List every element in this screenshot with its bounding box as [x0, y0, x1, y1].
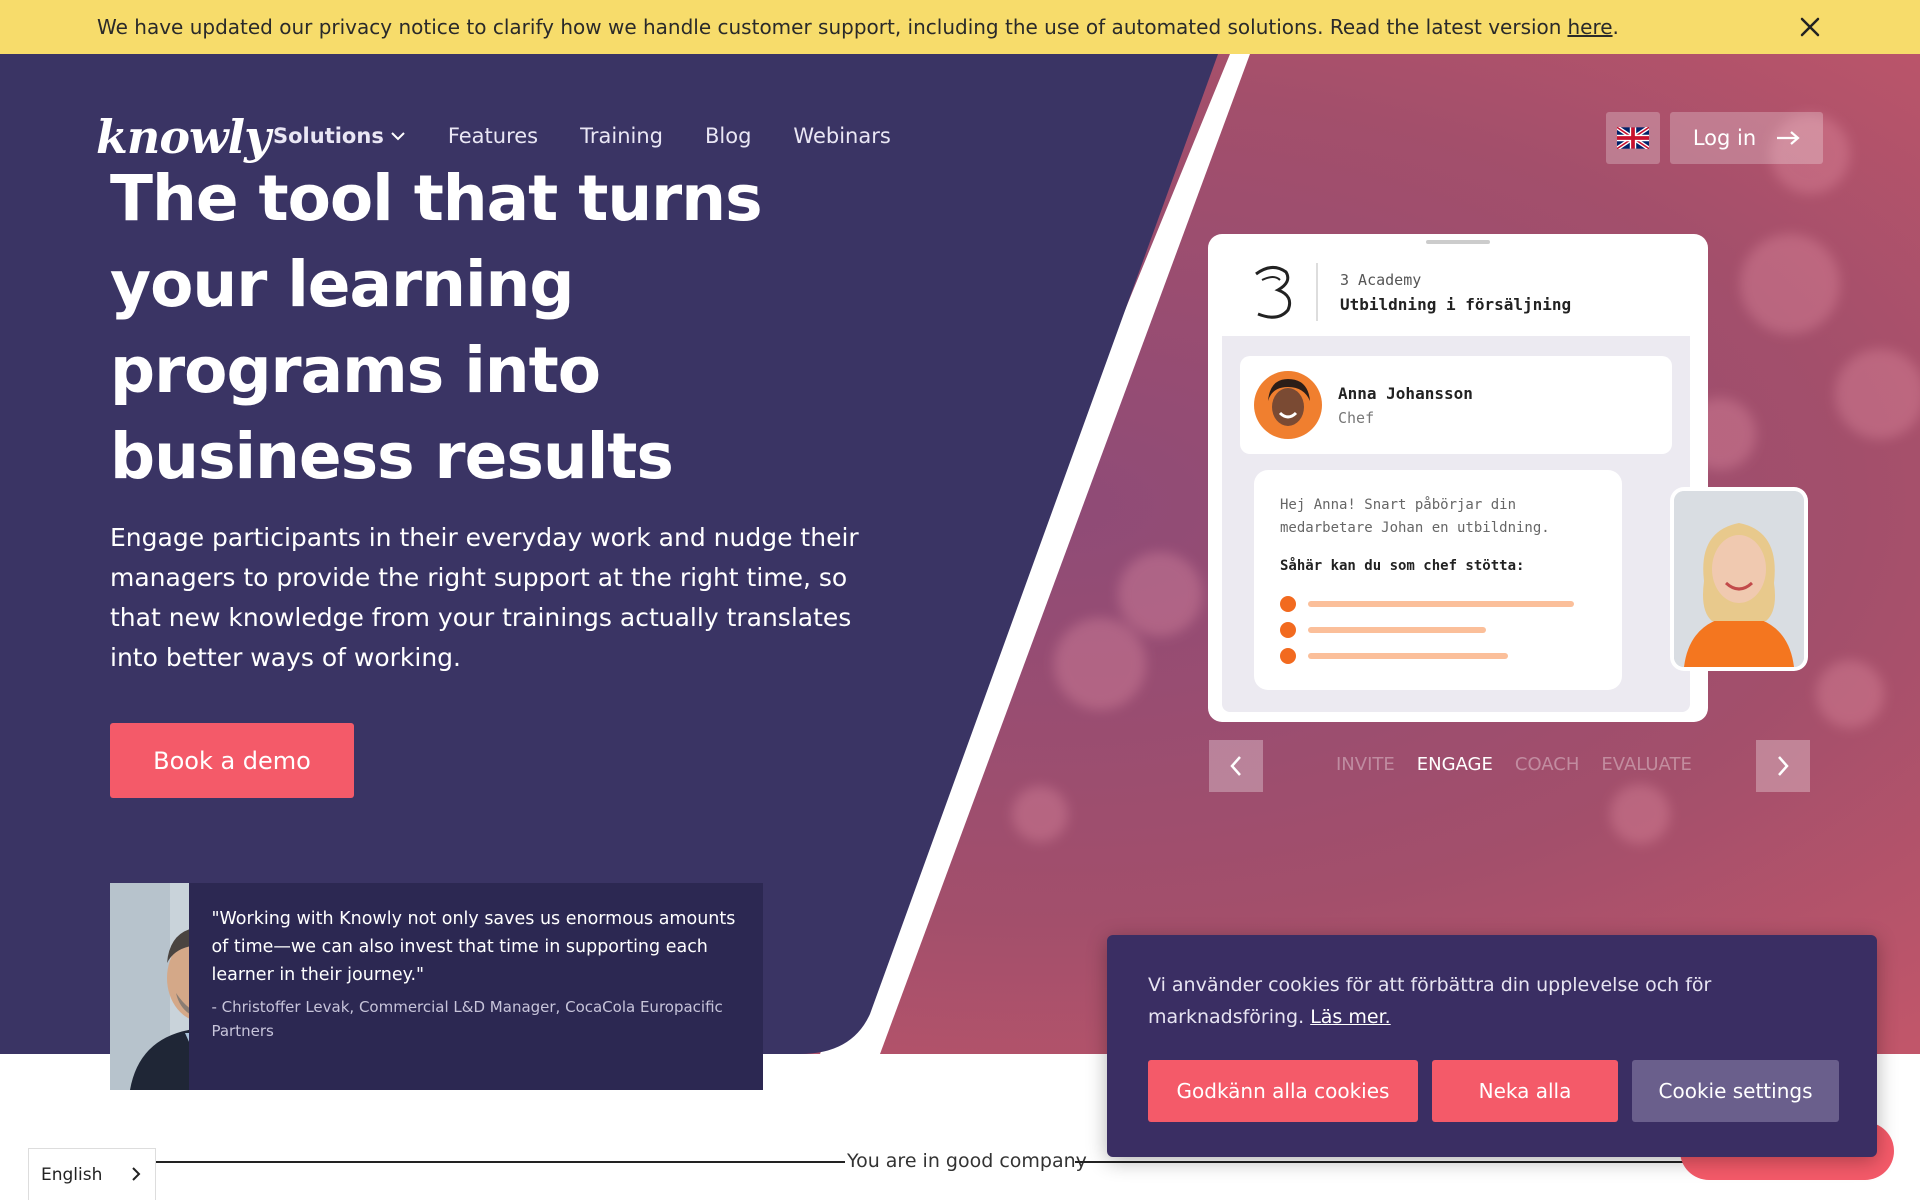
- person-card: Anna Johansson Chef: [1240, 356, 1672, 454]
- login-button[interactable]: Log in: [1670, 112, 1823, 164]
- woman-portrait-icon: [1674, 491, 1804, 667]
- step-tabs: INVITE ENGAGE COACH EVALUATE: [1336, 754, 1692, 775]
- nav-blog[interactable]: Blog: [705, 124, 751, 148]
- mockup-divider: [1316, 263, 1318, 321]
- good-company-label: You are in good company: [845, 1150, 1089, 1172]
- testimonial-quote: "Working with Knowly not only saves us e…: [211, 909, 736, 985]
- headline-line-4: business results: [110, 420, 674, 493]
- step-engage[interactable]: ENGAGE: [1417, 754, 1493, 775]
- step-coach[interactable]: COACH: [1515, 754, 1580, 775]
- mockup-course: Utbildning i försäljning: [1340, 294, 1572, 314]
- deny-all-cookies-button[interactable]: Neka alla: [1432, 1060, 1618, 1122]
- nav-solutions[interactable]: Solutions: [273, 124, 406, 148]
- chevron-left-icon: [1230, 756, 1241, 776]
- privacy-notice-end: .: [1612, 15, 1619, 39]
- testimonial-photo: [110, 883, 190, 1090]
- arrow-right-icon: [1777, 131, 1800, 145]
- slider-next-button[interactable]: [1756, 740, 1810, 792]
- close-icon[interactable]: [1796, 13, 1824, 41]
- privacy-notice-text: We have updated our privacy notice to cl…: [97, 15, 1562, 39]
- step-invite[interactable]: INVITE: [1336, 754, 1395, 775]
- step-evaluate[interactable]: EVALUATE: [1601, 754, 1691, 775]
- nav-webinars[interactable]: Webinars: [793, 124, 890, 148]
- testimonial-author: - Christoffer Levak, Commercial L&D Mana…: [211, 998, 723, 1040]
- testimonial-card: "Working with Knowly not only saves us e…: [110, 883, 763, 1090]
- nav-training[interactable]: Training: [580, 124, 663, 148]
- language-flag-button[interactable]: [1606, 112, 1660, 164]
- mockup-header: 3 Academy Utbildning i försäljning: [1222, 248, 1690, 338]
- cookie-read-more-link[interactable]: Läs mer.: [1310, 1006, 1390, 1028]
- hero-lead: Engage participants in their everyday wo…: [110, 523, 859, 672]
- main-nav: Solutions Features Training Blog Webinar…: [273, 124, 891, 148]
- avatar: [1254, 371, 1322, 439]
- login-label: Log in: [1692, 126, 1757, 150]
- cookie-banner: Vi använder cookies för att förbättra di…: [1107, 935, 1877, 1157]
- line-placeholder-2: [1308, 627, 1486, 633]
- headline-line-2: your learning: [110, 248, 575, 321]
- line-placeholder-1: [1308, 601, 1574, 607]
- privacy-notice-bar: We have updated our privacy notice to cl…: [0, 0, 1920, 54]
- person-name: Anna Johansson: [1338, 383, 1473, 403]
- three-logo-icon: [1255, 266, 1292, 319]
- bullet-1: [1280, 596, 1296, 612]
- nav-solutions-label: Solutions: [273, 124, 384, 148]
- slider-prev-button[interactable]: [1209, 740, 1263, 792]
- message-card: Hej Anna! Snart påbörjar din medarbetare…: [1254, 470, 1622, 690]
- chevron-right-icon: [132, 1167, 141, 1181]
- hero-headline: The tool that turns your learning progra…: [110, 156, 830, 500]
- language-selector[interactable]: English: [28, 1148, 156, 1200]
- language-label: English: [41, 1164, 103, 1185]
- privacy-notice-link[interactable]: here: [1567, 15, 1612, 39]
- product-mockup: 3 Academy Utbildning i försäljning Anna …: [1208, 234, 1708, 722]
- message-text: Hej Anna! Snart påbörjar din medarbetare…: [1280, 497, 1550, 536]
- chevron-right-icon: [1778, 756, 1789, 776]
- person-portrait-icon: [110, 883, 190, 1090]
- chevron-down-icon: [391, 132, 405, 141]
- nav-features[interactable]: Features: [448, 124, 538, 148]
- headline-line-1: The tool that turns: [110, 162, 763, 235]
- headline-line-3: programs into: [110, 334, 601, 407]
- support-title: Såhär kan du som chef stötta:: [1280, 558, 1525, 574]
- cookie-message: Vi använder cookies för att förbättra di…: [1148, 974, 1712, 1028]
- bullet-3: [1280, 648, 1296, 664]
- line-placeholder-3: [1308, 653, 1508, 659]
- device-notch: [1426, 240, 1490, 244]
- manager-portrait: [1670, 487, 1808, 671]
- accept-all-cookies-button[interactable]: Godkänn alla cookies: [1148, 1060, 1418, 1122]
- divider-line-left: [155, 1161, 845, 1163]
- bullet-2: [1280, 622, 1296, 638]
- cookie-message-block: Vi använder cookies för att förbättra di…: [1148, 969, 1748, 1033]
- cookie-settings-button[interactable]: Cookie settings: [1632, 1060, 1839, 1122]
- person-role: Chef: [1338, 408, 1375, 427]
- mockup-org: 3 Academy: [1340, 270, 1422, 289]
- uk-flag-icon: [1617, 127, 1649, 149]
- book-demo-button[interactable]: Book a demo: [110, 723, 354, 798]
